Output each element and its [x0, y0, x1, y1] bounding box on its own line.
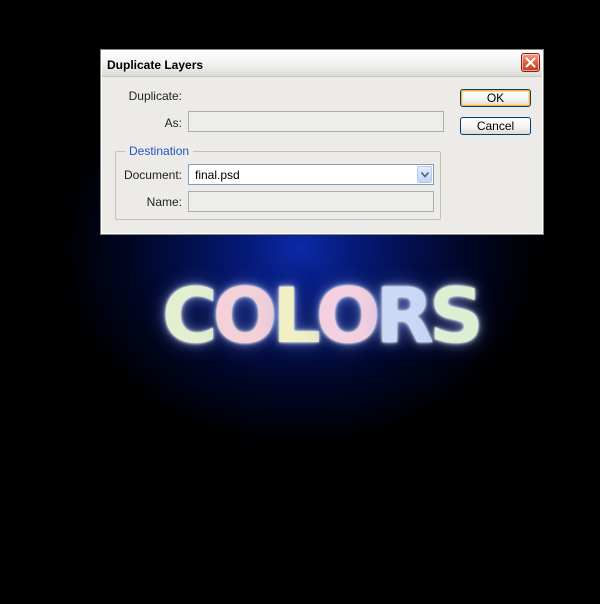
cancel-button[interactable]: Cancel — [460, 117, 531, 135]
name-label: Name: — [146, 195, 182, 209]
letter-c: C — [162, 271, 218, 360]
dialog-title: Duplicate Layers — [107, 58, 204, 72]
name-input[interactable] — [188, 191, 434, 212]
dialog-titlebar[interactable]: Duplicate Layers — [102, 51, 542, 77]
chevron-down-icon — [421, 172, 429, 178]
duplicate-label: Duplicate: — [128, 89, 182, 103]
document-select[interactable]: final.psd — [188, 164, 434, 185]
document-label: Document: — [123, 168, 182, 182]
letter-s: S — [428, 271, 484, 360]
as-input[interactable] — [188, 111, 444, 132]
ok-button[interactable]: OK — [460, 89, 531, 107]
letter-l: L — [272, 271, 320, 360]
colors-text: COLORS — [162, 271, 484, 360]
destination-legend: Destination — [125, 144, 194, 158]
document-dropdown-button[interactable] — [417, 166, 432, 183]
letter-o1: O — [212, 271, 278, 360]
document-select-value: final.psd — [195, 168, 240, 182]
close-icon — [525, 57, 536, 68]
close-button[interactable] — [521, 53, 540, 72]
duplicate-layers-dialog: Duplicate Layers Duplicate: As: Destinat… — [100, 49, 544, 235]
as-label: As: — [164, 116, 182, 130]
letter-o2: O — [315, 271, 381, 360]
letter-r: R — [375, 271, 433, 360]
